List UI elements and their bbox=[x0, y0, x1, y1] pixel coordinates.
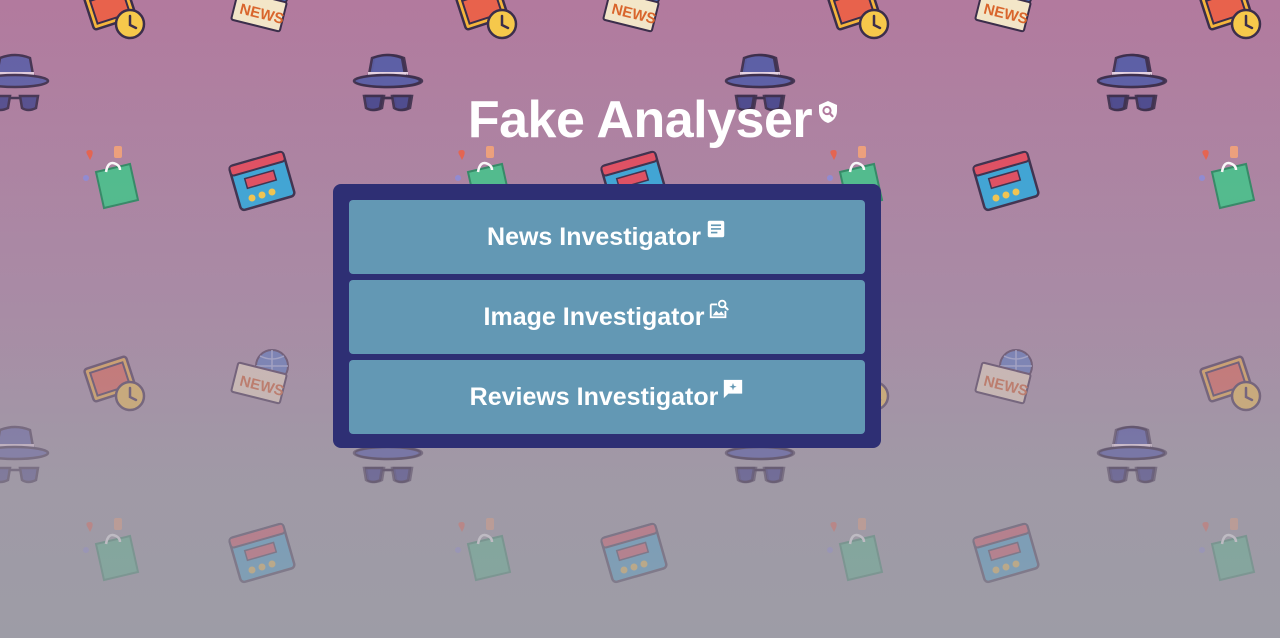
review-window-icon bbox=[228, 522, 296, 584]
image-search-icon bbox=[710, 299, 730, 319]
photo-clock-icon bbox=[455, 0, 518, 40]
shopping-bag-icon bbox=[455, 518, 512, 582]
news-investigator-button[interactable]: News Investigator bbox=[349, 200, 865, 274]
reviews-investigator-button[interactable]: Reviews Investigator bbox=[349, 360, 865, 434]
newspaper-globe-icon: NEWS bbox=[230, 0, 288, 33]
investigator-menu: News Investigator Image Investigator Rev… bbox=[333, 184, 881, 448]
app-title: Fake Analyser bbox=[467, 91, 813, 149]
shopping-bag-icon bbox=[1199, 146, 1256, 210]
detective-hat-glasses-icon bbox=[1096, 425, 1166, 484]
photo-clock-icon bbox=[83, 0, 146, 40]
newspaper-globe-icon: NEWS bbox=[974, 0, 1032, 33]
reviews-investigator-label: Reviews Investigator bbox=[469, 382, 719, 411]
shopping-bag-icon bbox=[83, 146, 140, 210]
newspaper-globe-icon: NEWS bbox=[230, 349, 289, 405]
shopping-bag-icon bbox=[83, 518, 140, 582]
image-investigator-label: Image Investigator bbox=[483, 302, 705, 331]
review-window-icon bbox=[228, 150, 296, 212]
detective-hat-glasses-icon bbox=[1098, 425, 1168, 484]
shield-search-icon bbox=[819, 101, 838, 123]
detective-hat-glasses-icon bbox=[0, 425, 50, 484]
photo-clock-icon bbox=[827, 0, 890, 40]
review-window-icon bbox=[972, 150, 1040, 212]
shopping-bag-icon bbox=[827, 518, 884, 582]
article-icon bbox=[707, 220, 725, 238]
svg-text:NEWS: NEWS bbox=[982, 373, 1030, 400]
news-investigator-label: News Investigator bbox=[487, 222, 701, 251]
photo-clock-icon bbox=[1199, 0, 1262, 40]
newspaper-globe-icon: NEWS bbox=[974, 349, 1033, 405]
review-add-icon bbox=[724, 379, 743, 399]
svg-text:NEWS: NEWS bbox=[238, 1, 286, 28]
newspaper-globe-icon: NEWS bbox=[602, 0, 660, 33]
photo-clock-icon bbox=[83, 355, 146, 412]
svg-text:NEWS: NEWS bbox=[238, 373, 286, 400]
review-window-icon bbox=[600, 522, 668, 584]
svg-text:NEWS: NEWS bbox=[982, 1, 1030, 28]
photo-clock-icon bbox=[1199, 355, 1262, 412]
shopping-bag-icon bbox=[1199, 518, 1256, 582]
header: Fake Analyser bbox=[0, 88, 1280, 152]
svg-text:NEWS: NEWS bbox=[610, 1, 658, 28]
image-investigator-button[interactable]: Image Investigator bbox=[349, 280, 865, 354]
app-title-group: Fake Analyser bbox=[467, 88, 838, 152]
review-window-icon bbox=[972, 522, 1040, 584]
